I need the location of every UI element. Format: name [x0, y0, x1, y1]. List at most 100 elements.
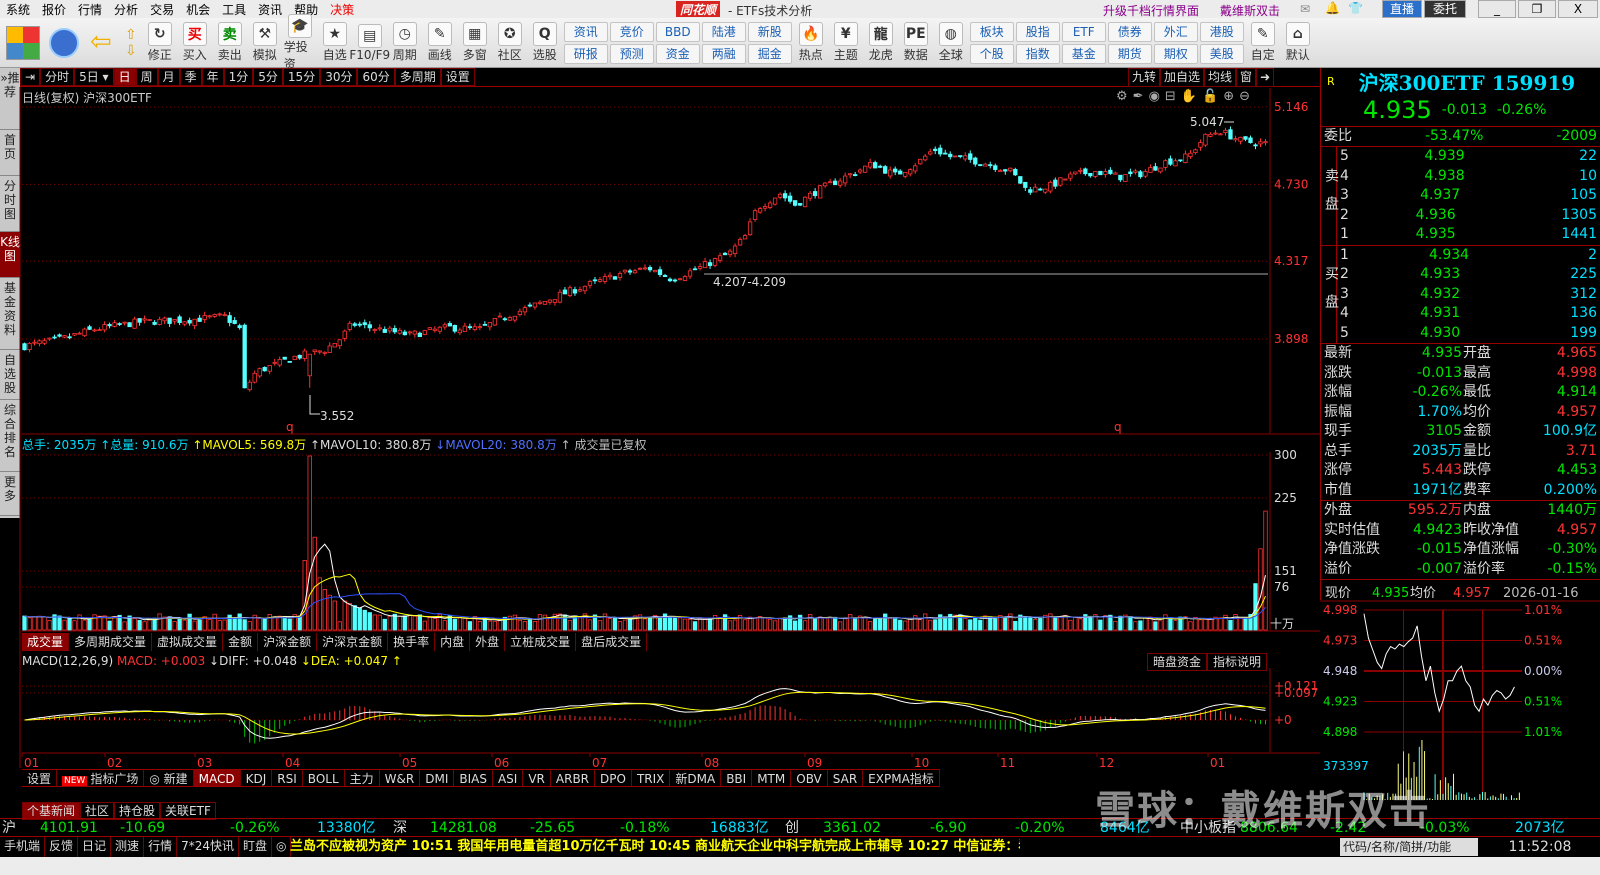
indicator-tab-5[interactable]: KDJ — [240, 770, 273, 786]
status-btn-3[interactable]: 测速 — [111, 837, 145, 857]
candle — [983, 163, 988, 167]
candle — [102, 324, 107, 331]
indicator-tab-18[interactable]: BBI — [721, 770, 753, 786]
volume-tab-10[interactable]: 盘后成交量 — [576, 633, 648, 651]
index-n[interactable]: 沪 — [2, 819, 16, 837]
volume-tab-1[interactable]: 多周期成交量 — [69, 633, 153, 651]
book-row[interactable]: 4 4.938 10 — [1337, 167, 1600, 187]
candle — [1248, 137, 1253, 144]
macd-btn-0[interactable]: 暗盘资金 — [1147, 653, 1208, 671]
indicator-tab-16[interactable]: TRIX — [631, 770, 671, 786]
status-btn-0[interactable]: 手机端 — [0, 837, 46, 857]
range-label: 4.207-4.209 — [713, 275, 786, 289]
index-n[interactable]: 创 — [785, 819, 799, 837]
index-n[interactable]: 深 — [393, 819, 407, 837]
book-row[interactable]: 5 4.939 22 — [1337, 147, 1600, 167]
volume-tab-4[interactable]: 沪深金额 — [258, 633, 318, 651]
indicator-tab-3[interactable]: ◎ 新建 — [144, 770, 194, 786]
candle — [337, 339, 342, 347]
volume-tab-0[interactable]: 成交量 — [22, 633, 70, 651]
status-btn-7[interactable]: ◎ — [272, 837, 292, 857]
volume-bar — [147, 619, 152, 631]
volume-bar — [362, 609, 367, 631]
indicator-tab-17[interactable]: 新DMA — [670, 770, 722, 786]
volume-tab-9[interactable]: 立桩成交量 — [505, 633, 577, 651]
book-row[interactable]: 1 4.934 2 — [1337, 246, 1600, 266]
candle — [587, 281, 593, 286]
candle — [682, 276, 688, 281]
indicator-tab-21[interactable]: SAR — [827, 770, 864, 786]
stat-value: 3.71 — [1565, 442, 1597, 459]
indicator-tab-19[interactable]: MTM — [752, 770, 792, 786]
stat-value: -0.007 — [1416, 560, 1462, 577]
candle — [342, 330, 347, 339]
indicator-tab-7[interactable]: BOLL — [302, 770, 345, 786]
volume-bar — [908, 617, 913, 631]
book-label: 卖盘 — [1323, 167, 1339, 224]
volume-bar — [802, 620, 808, 631]
indicator-tab-0[interactable]: 设置 — [22, 770, 58, 786]
indicator-tab-15[interactable]: DPO — [595, 770, 632, 786]
stat-row: 涨跌 -0.013 最高 4.998 — [1321, 364, 1600, 384]
book-row[interactable]: 3 4.937 105 — [1337, 186, 1600, 206]
volume-tab-5[interactable]: 沪深京金额 — [317, 633, 389, 651]
book-row[interactable]: 4 4.931 136 — [1337, 304, 1600, 324]
status-btn-2[interactable]: 日记 — [78, 837, 112, 857]
book-label: 买盘 — [1323, 266, 1339, 323]
volume-bar — [122, 621, 127, 631]
status-btn-5[interactable]: 7*24快讯 — [177, 837, 239, 857]
volume-bar — [1193, 616, 1198, 631]
volume-tab-8[interactable]: 外盘 — [470, 633, 506, 651]
volume-bar — [132, 618, 137, 631]
search-input[interactable]: 代码/名称/简拼/功能 — [1340, 838, 1478, 856]
stat-value: -0.013 — [1416, 364, 1462, 381]
candle — [112, 322, 117, 327]
stat-value: 4.965 — [1556, 345, 1597, 361]
candle — [307, 353, 312, 377]
candle — [372, 329, 377, 331]
macd-btn-1[interactable]: 指标说明 — [1207, 653, 1268, 671]
indicator-tab-2[interactable]: NEW 指标广场 — [57, 770, 145, 786]
level: 5 — [1340, 324, 1349, 341]
volume-bar — [377, 614, 382, 631]
indicator-tab-9[interactable]: W&R — [379, 770, 421, 786]
stat-label: 费率 — [1463, 481, 1491, 498]
candle — [1218, 133, 1223, 136]
volume-bar — [1038, 618, 1043, 631]
volume-tab-2[interactable]: 虚拟成交量 — [152, 633, 224, 651]
indicator-tab-20[interactable]: OBV — [791, 770, 828, 786]
book-row[interactable]: 2 4.933 225 — [1337, 265, 1600, 285]
candle — [137, 318, 142, 323]
news-ticker[interactable]: 兰岛不应被视为资产 10:51 我国年用电量首超10万亿千瓦时 10:45 商业… — [290, 837, 1020, 857]
volume-tab-3[interactable]: 金额 — [223, 633, 259, 651]
indicator-tab-22[interactable]: EXPMA指标 — [863, 770, 940, 786]
book-row[interactable]: 3 4.932 312 — [1337, 285, 1600, 305]
indicator-tab-4[interactable]: MACD — [193, 770, 241, 786]
volume-bar — [717, 617, 723, 631]
volume-tab-6[interactable]: 换手率 — [388, 633, 436, 651]
indicator-tab-12[interactable]: ASI — [492, 770, 524, 786]
volume-tab-7[interactable]: 内盘 — [435, 633, 471, 651]
indicator-tab-13[interactable]: VR — [523, 770, 551, 786]
indicator-tab-10[interactable]: DMI — [420, 770, 455, 786]
volume-bar — [47, 620, 52, 631]
stat-label: 溢价 — [1324, 560, 1352, 577]
candle — [117, 323, 122, 325]
candle — [612, 276, 618, 280]
candle — [717, 255, 723, 261]
status-btn-1[interactable]: 反馈 — [45, 837, 79, 857]
volume-bar — [547, 617, 553, 631]
indicator-tab-6[interactable]: RSI — [272, 770, 303, 786]
book-row[interactable]: 5 4.930 199 — [1337, 324, 1600, 344]
indicator-tab-14[interactable]: ARBR — [550, 770, 596, 786]
volume-bar — [607, 618, 613, 631]
status-btn-6[interactable]: 盯盘 — [239, 837, 272, 857]
candle — [1143, 171, 1148, 177]
status-btn-4[interactable]: 行情 — [144, 837, 178, 857]
book-row[interactable]: 1 4.935 1441 — [1337, 225, 1600, 245]
indicator-tab-8[interactable]: 主力 — [344, 770, 380, 786]
volume-bar — [542, 614, 548, 631]
book-row[interactable]: 2 4.936 1305 — [1337, 206, 1600, 226]
indicator-tab-11[interactable]: BIAS — [454, 770, 493, 786]
candle — [97, 329, 102, 332]
